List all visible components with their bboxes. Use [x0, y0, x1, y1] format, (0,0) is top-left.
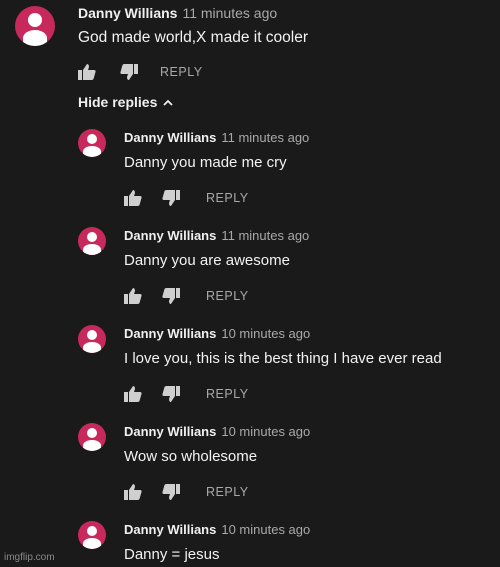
avatar-icon[interactable] — [78, 325, 106, 353]
comment-text: I love you, this is the best thing I hav… — [124, 350, 442, 367]
reply-button[interactable]: REPLY — [206, 289, 249, 303]
avatar-icon[interactable] — [78, 423, 106, 451]
comment-actions: REPLY — [124, 288, 249, 304]
comment-actions: REPLY — [124, 484, 249, 500]
comment-text: Danny you made me cry — [124, 154, 287, 171]
hide-replies-label[interactable]: Hide replies — [78, 94, 157, 110]
comment-time[interactable]: 11 minutes ago — [182, 5, 277, 21]
comment-time[interactable]: 10 minutes ago — [221, 522, 310, 537]
thumbs-down-icon[interactable] — [162, 386, 182, 402]
watermark: imgflip.com — [4, 552, 55, 563]
comment-author[interactable]: Danny Willians 10 minutes ago — [124, 424, 310, 439]
comment-author[interactable]: Danny Willians 10 minutes ago — [124, 326, 310, 341]
top-comment: Danny Willians 11 minutes ago God made wo… — [0, 0, 500, 90]
comment-actions: REPLY — [78, 64, 203, 80]
comment-actions: REPLY — [124, 190, 249, 206]
comment-author[interactable]: Danny Willians 11 minutes ago — [78, 5, 277, 21]
avatar-icon[interactable] — [78, 521, 106, 549]
author-name[interactable]: Danny Willians — [78, 5, 177, 21]
reply-4: Danny Willians 10 minutes ago Wow so whol… — [0, 420, 500, 518]
author-name[interactable]: Danny Willians — [124, 522, 216, 537]
thumbs-down-icon[interactable] — [162, 190, 182, 206]
thumbs-up-icon[interactable] — [124, 288, 144, 304]
comment-author[interactable]: Danny Willians 11 minutes ago — [124, 228, 309, 243]
thumbs-up-icon[interactable] — [124, 190, 144, 206]
author-name[interactable]: Danny Willians — [124, 130, 216, 145]
comment-actions: REPLY — [124, 386, 249, 402]
thumbs-up-icon[interactable] — [124, 484, 144, 500]
thumbs-down-icon[interactable] — [162, 288, 182, 304]
comment-time[interactable]: 11 minutes ago — [221, 130, 309, 145]
author-name[interactable]: Danny Willians — [124, 228, 216, 243]
reply-5: Danny Willians 10 minutes ago Danny = jes… — [0, 518, 500, 567]
reply-button[interactable]: REPLY — [206, 485, 249, 499]
comment-text: Danny = jesus — [124, 546, 220, 563]
comment-text: Wow so wholesome — [124, 448, 258, 465]
reply-2: Danny Willians 11 minutes ago Danny you a… — [0, 224, 500, 322]
reply-button[interactable]: REPLY — [206, 191, 249, 205]
author-name[interactable]: Danny Willians — [124, 424, 216, 439]
avatar-icon[interactable] — [78, 129, 106, 157]
comment-author[interactable]: Danny Willians 10 minutes ago — [124, 522, 310, 537]
comment-text: God made world,X made it cooler — [78, 29, 309, 46]
reply-1: Danny Willians 11 minutes ago Danny you m… — [0, 126, 500, 224]
comment-text: Danny you are awesome — [124, 252, 290, 269]
comment-time[interactable]: 10 minutes ago — [221, 326, 310, 341]
chevron-up-icon — [163, 99, 174, 106]
avatar-icon[interactable] — [78, 227, 106, 255]
avatar-icon[interactable] — [15, 6, 55, 46]
thumbs-down-icon[interactable] — [120, 64, 140, 80]
comment-time[interactable]: 10 minutes ago — [221, 424, 310, 439]
comment-author[interactable]: Danny Willians 11 minutes ago — [124, 130, 309, 145]
hide-replies-toggle[interactable]: Hide replies — [78, 94, 174, 110]
author-name[interactable]: Danny Willians — [124, 326, 216, 341]
thumbs-up-icon[interactable] — [78, 64, 98, 80]
reply-button[interactable]: REPLY — [160, 65, 203, 79]
thumbs-down-icon[interactable] — [162, 484, 182, 500]
reply-3: Danny Willians 10 minutes ago I love you,… — [0, 322, 500, 420]
thumbs-up-icon[interactable] — [124, 386, 144, 402]
comment-time[interactable]: 11 minutes ago — [221, 228, 309, 243]
reply-button[interactable]: REPLY — [206, 387, 249, 401]
